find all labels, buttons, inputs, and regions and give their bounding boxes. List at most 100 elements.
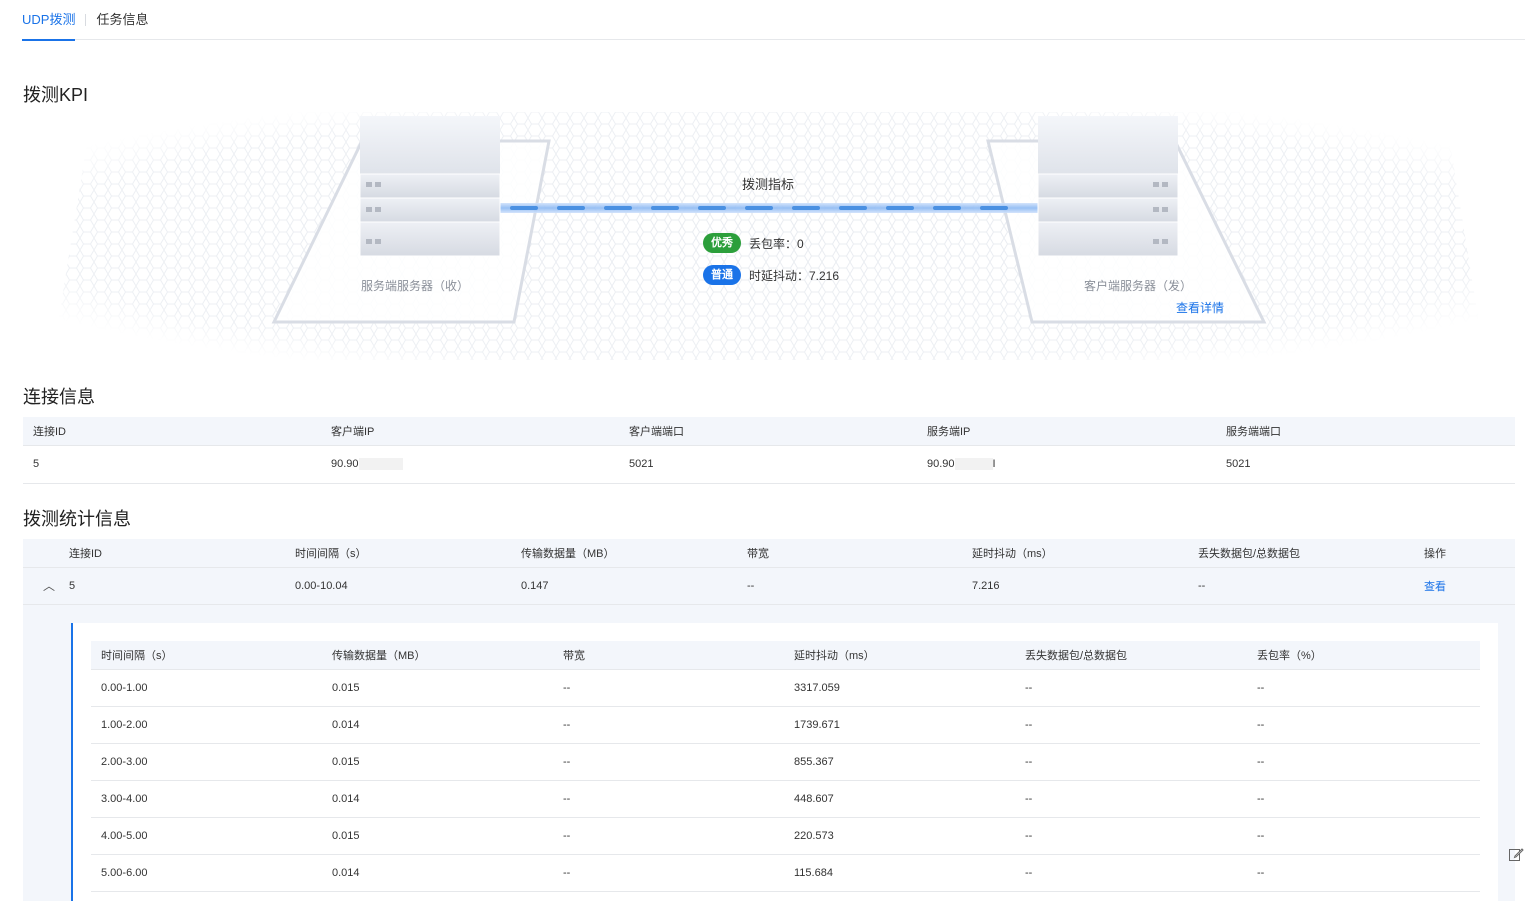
column-header: 时间间隔（s）: [91, 641, 322, 670]
cell-transfer: 0.014: [322, 706, 553, 744]
server-sender-icon: [1037, 116, 1179, 257]
tab-separator: [85, 13, 87, 26]
cell-lost: --: [1015, 854, 1247, 892]
status-badge-excellent: 优秀: [703, 233, 741, 253]
column-header: 连接ID: [23, 417, 321, 446]
server-receiver-icon: [359, 116, 501, 257]
edit-icon[interactable]: [1508, 846, 1524, 862]
column-header: 带宽: [553, 641, 784, 670]
cell-loss-rate: --: [1247, 780, 1480, 818]
cell-lost: --: [1015, 706, 1247, 744]
column-header: 时间间隔（s）: [295, 539, 521, 568]
server-receiver-label: 服务端服务器（收）: [361, 279, 470, 293]
cell-transfer: 0.014: [322, 780, 553, 818]
cell-client-port: 5021: [619, 445, 917, 484]
expanded-row-area: 时间间隔（s） 传输数据量（MB） 带宽 延时抖动（ms） 丢失数据包/总数据包…: [23, 605, 1515, 901]
metric-packet-loss: 优秀 丢包率：0: [703, 233, 804, 253]
view-details-link[interactable]: 查看详情: [1176, 299, 1224, 316]
cell-transfer: 0.015: [322, 743, 553, 781]
expanded-detail-panel: 时间间隔（s） 传输数据量（MB） 带宽 延时抖动（ms） 丢失数据包/总数据包…: [71, 623, 1498, 901]
column-header: 延时抖动（ms）: [784, 641, 1015, 670]
column-header: 丢失数据包/总数据包: [1198, 539, 1424, 568]
cell-jitter: 220.573: [784, 817, 1015, 855]
cell-bandwidth: --: [553, 669, 784, 707]
column-header: 客户端端口: [619, 417, 917, 446]
interval-detail-table: 时间间隔（s） 传输数据量（MB） 带宽 延时抖动（ms） 丢失数据包/总数据包…: [91, 641, 1480, 892]
column-header: 丢失数据包/总数据包: [1015, 641, 1247, 670]
cell-jitter: 855.367: [784, 743, 1015, 781]
column-header: 丢包率（%）: [1247, 641, 1480, 670]
cell-loss-rate: --: [1247, 706, 1480, 744]
table-row: 4.00-5.00 0.015 -- 220.573 -- --: [91, 817, 1480, 855]
cell-bandwidth: --: [553, 743, 784, 781]
cell-bandwidth: --: [553, 817, 784, 855]
cell-server-port: 5021: [1216, 445, 1515, 484]
connection-section-title: 连接信息: [23, 387, 95, 407]
cell-lost: --: [1015, 743, 1247, 781]
cell-interval: 4.00-5.00: [91, 817, 322, 855]
table-header-row: 连接ID 时间间隔（s） 传输数据量（MB） 带宽 延时抖动（ms） 丢失数据包…: [23, 539, 1515, 568]
stats-table: 连接ID 时间间隔（s） 传输数据量（MB） 带宽 延时抖动（ms） 丢失数据包…: [23, 539, 1515, 605]
cell-server-ip: 90.90 I: [917, 445, 1216, 484]
stats-section-title: 拨测统计信息: [23, 509, 131, 529]
column-header: 服务端端口: [1216, 417, 1515, 446]
metric-title: 拨测指标: [742, 177, 795, 192]
cell-interval: 3.00-4.00: [91, 780, 322, 818]
cell-interval: 2.00-3.00: [91, 743, 322, 781]
column-header: 延时抖动（ms）: [972, 539, 1198, 568]
table-row: 5 90.90 5021 90.90 I 5021: [23, 445, 1515, 484]
cell-bandwidth: --: [553, 854, 784, 892]
cell-connection-id: 5: [69, 567, 295, 605]
kpi-panel: 服务端服务器（收） 客户端服务器（发） 拨测指标 优秀 丢包率：0 普通 时延抖…: [52, 112, 1485, 360]
redacted-mask: [954, 458, 993, 471]
cell-jitter: 3317.059: [784, 669, 1015, 707]
tab-bar: UDP拨测 任务信息: [22, 0, 1525, 41]
column-header: 客户端IP: [321, 417, 619, 446]
cell-transfer: 0.015: [322, 817, 553, 855]
server-ip-suffix: I: [992, 457, 996, 470]
cell-client-ip: 90.90: [321, 445, 619, 484]
client-ip-text: 90.90: [331, 457, 359, 470]
cell-jitter: 448.607: [784, 780, 1015, 818]
chevron-up-icon[interactable]: ︿: [39, 577, 59, 594]
cell-transfer: 0.015: [322, 669, 553, 707]
expand-toggle[interactable]: ︿: [23, 567, 69, 605]
server-ip-text: 90.90: [927, 457, 955, 470]
kpi-section-title: 拨测KPI: [23, 85, 89, 105]
column-header: 连接ID: [69, 539, 295, 568]
status-badge-normal: 普通: [703, 265, 741, 285]
cell-interval: 5.00-6.00: [91, 854, 322, 892]
column-header: 操作: [1424, 539, 1515, 568]
cell-bandwidth: --: [747, 567, 972, 605]
column-header: 传输数据量（MB）: [322, 641, 553, 670]
cell-transfer: 0.147: [521, 567, 747, 605]
cell-lost: --: [1198, 567, 1424, 605]
cell-interval: 0.00-10.04: [295, 567, 521, 605]
metric-packet-loss-text: 丢包率：0: [749, 236, 804, 251]
cell-jitter: 115.684: [784, 854, 1015, 892]
cell-bandwidth: --: [553, 780, 784, 818]
tab-udp-probe[interactable]: UDP拨测: [22, 0, 76, 41]
cell-lost: --: [1015, 817, 1247, 855]
tab-task-info[interactable]: 任务信息: [96, 0, 148, 40]
view-button[interactable]: 查看: [1424, 581, 1446, 593]
expand-column-header: [23, 539, 69, 568]
cell-loss-rate: --: [1247, 743, 1480, 781]
cell-bandwidth: --: [553, 706, 784, 744]
cell-interval: 0.00-1.00: [91, 669, 322, 707]
cell-lost: --: [1015, 669, 1247, 707]
metric-jitter: 普通 时延抖动：7.216: [703, 265, 839, 285]
column-header: 带宽: [747, 539, 972, 568]
cell-connection-id: 5: [23, 445, 321, 484]
table-header-row: 时间间隔（s） 传输数据量（MB） 带宽 延时抖动（ms） 丢失数据包/总数据包…: [91, 641, 1480, 670]
table-row: 3.00-4.00 0.014 -- 448.607 -- --: [91, 780, 1480, 818]
table-row: 0.00-1.00 0.015 -- 3317.059 -- --: [91, 669, 1480, 707]
table-row: ︿ 5 0.00-10.04 0.147 -- 7.216 -- 查看: [23, 567, 1515, 605]
cell-jitter: 1739.671: [784, 706, 1015, 744]
table-row: 2.00-3.00 0.015 -- 855.367 -- --: [91, 743, 1480, 781]
cell-action: 查看: [1424, 567, 1515, 605]
server-sender-label: 客户端服务器（发）: [1084, 279, 1193, 293]
cell-loss-rate: --: [1247, 669, 1480, 707]
table-row: 5.00-6.00 0.014 -- 115.684 -- --: [91, 854, 1480, 892]
table-row: 1.00-2.00 0.014 -- 1739.671 -- --: [91, 706, 1480, 744]
